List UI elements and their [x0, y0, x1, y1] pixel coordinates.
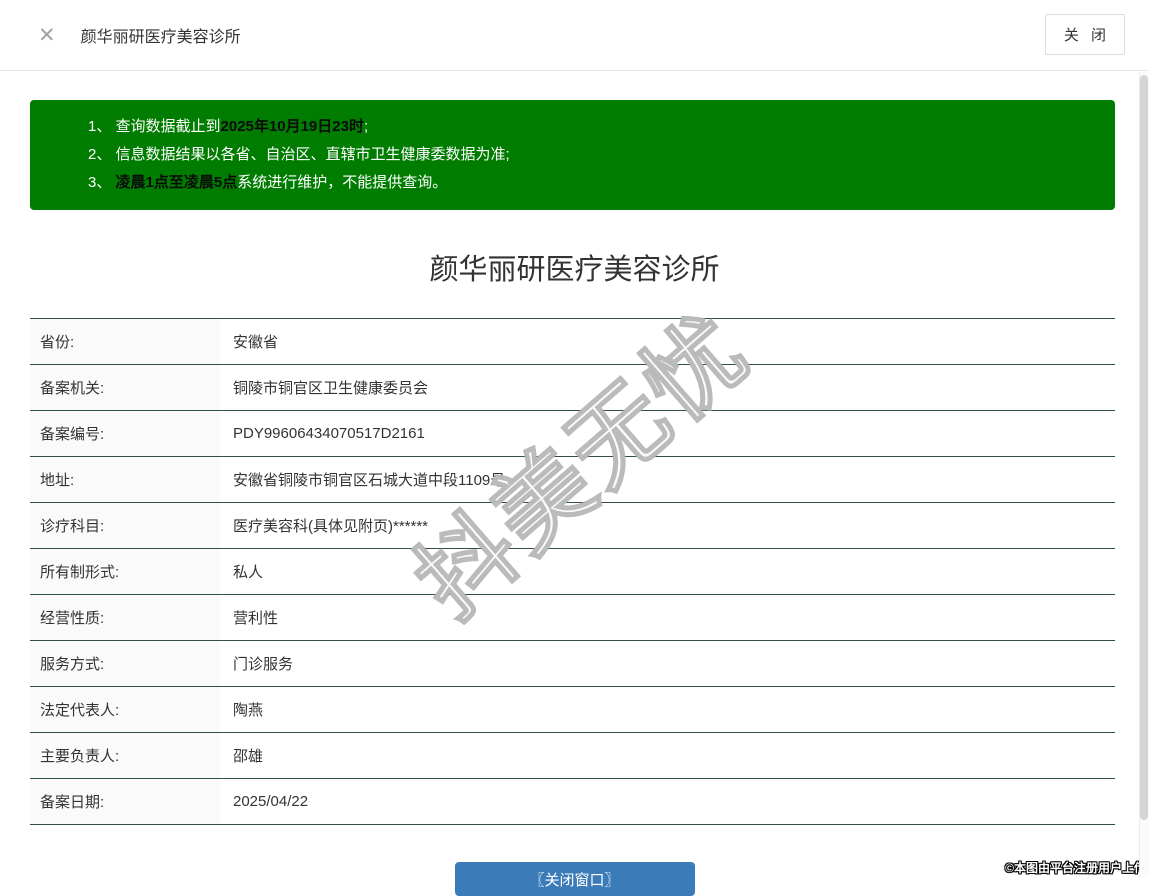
notice-text: 查询数据截止到 — [115, 118, 221, 135]
notice-bold-text: 2025年10月19日23时 — [220, 118, 364, 135]
table-row: 主要负责人: 邵雄 — [30, 733, 1115, 779]
scrollbar-track[interactable] — [1139, 72, 1149, 878]
table-row: 服务方式: 门诊服务 — [30, 641, 1115, 687]
notice-line: 3、 凌晨1点至凌晨5点系统进行维护，不能提供查询。 — [88, 169, 1095, 197]
notice-line-number: 1、 — [88, 118, 116, 135]
row-value: 私人 — [233, 564, 264, 581]
button-row: 〖关闭窗口〗 — [0, 862, 1149, 896]
close-icon[interactable]: ✕ — [38, 25, 56, 46]
table-row: 诊疗科目: 医疗美容科(具体见附页)****** — [30, 503, 1115, 549]
row-value: 医疗美容科(具体见附页)****** — [233, 518, 429, 535]
table-row: 法定代表人: 陶燕 — [30, 687, 1115, 733]
detail-table: 省份: 安徽省 备案机关: 铜陵市铜官区卫生健康委员会 备案编号: PDY99606434… — [30, 318, 1115, 825]
table-row: 所有制形式: 私人 — [30, 549, 1115, 595]
scrollbar-thumb[interactable] — [1140, 75, 1148, 820]
window-title: 颜华丽研医疗美容诊所 — [80, 29, 241, 46]
table-row: 备案编号: PDY99606434070517D2161 — [30, 411, 1115, 457]
row-label: 服务方式: — [30, 641, 220, 686]
table-row: 地址: 安徽省铜陵市铜官区石城大道中段1109号 — [30, 457, 1115, 503]
row-label: 备案日期: — [30, 779, 220, 824]
row-label: 备案编号: — [30, 411, 220, 456]
row-value: 2025/04/22 — [233, 793, 309, 810]
close-window-button[interactable]: 〖关闭窗口〗 — [454, 862, 695, 896]
notice-text: ; — [363, 118, 369, 135]
row-label: 经营性质: — [30, 595, 220, 640]
row-label: 主要负责人: — [30, 733, 220, 778]
row-value: 铜陵市铜官区卫生健康委员会 — [233, 380, 429, 397]
notice-bold-text: 凌晨1点至凌晨5点 — [115, 174, 238, 191]
row-value: PDY99606434070517D2161 — [233, 425, 425, 442]
row-value: 营利性 — [233, 610, 279, 627]
row-value: 陶燕 — [233, 702, 264, 719]
row-value: 邵雄 — [233, 748, 264, 765]
row-label: 地址: — [30, 457, 220, 502]
page-title: 颜华丽研医疗美容诊所 — [429, 254, 720, 286]
row-value: 安徽省 — [233, 334, 279, 351]
table-row: 经营性质: 营利性 — [30, 595, 1115, 641]
notice-box: 1、 查询数据截止到2025年10月19日23时; 2、 信息数据结果以各省、自治… — [30, 100, 1115, 210]
notice-line: 1、 查询数据截止到2025年10月19日23时; — [88, 113, 1095, 141]
row-label: 省份: — [30, 319, 220, 364]
row-label: 所有制形式: — [30, 549, 220, 594]
top-bar: ✕ 颜华丽研医疗美容诊所 关 闭 — [0, 0, 1149, 71]
notice-line-number: 2、 — [88, 146, 116, 163]
table-row: 备案日期: 2025/04/22 — [30, 779, 1115, 825]
close-button[interactable]: 关 闭 — [1044, 14, 1125, 55]
notice-line: 2、 信息数据结果以各省、自治区、直辖市卫生健康委数据为准; — [88, 141, 1095, 169]
notice-text: 系统进行维护，不能提供查询。 — [237, 174, 448, 191]
table-row: 备案机关: 铜陵市铜官区卫生健康委员会 — [30, 365, 1115, 411]
row-value: 门诊服务 — [233, 656, 294, 673]
corner-watermark: ©本图由平台注册用户上传 — [1005, 861, 1146, 875]
table-row: 省份: 安徽省 — [30, 319, 1115, 365]
row-label: 法定代表人: — [30, 687, 220, 732]
row-label: 备案机关: — [30, 365, 220, 410]
notice-text: 信息数据结果以各省、自治区、直辖市卫生健康委数据为准; — [115, 146, 510, 163]
notice-line-number: 3、 — [88, 174, 116, 191]
row-value: 安徽省铜陵市铜官区石城大道中段1109号 — [233, 472, 506, 489]
row-label: 诊疗科目: — [30, 503, 220, 548]
